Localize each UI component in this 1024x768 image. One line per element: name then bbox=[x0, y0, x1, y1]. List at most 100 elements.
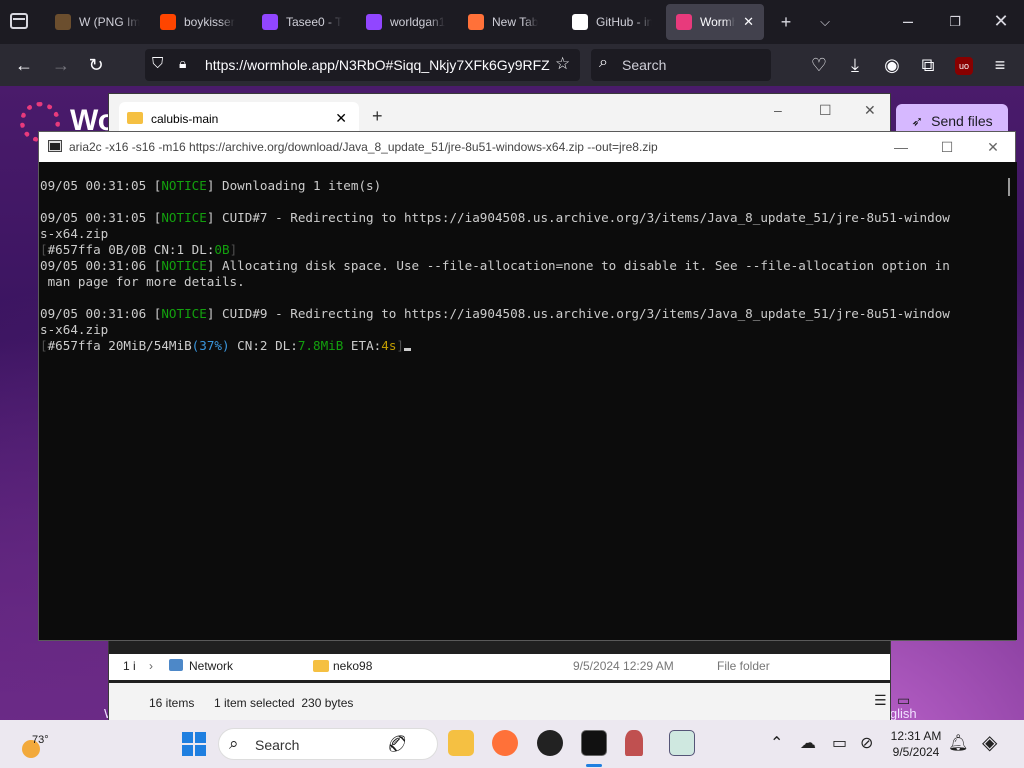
explorer-close-button[interactable]: ✕ bbox=[864, 102, 876, 119]
nav-item-network[interactable]: Network bbox=[189, 659, 233, 673]
row-date: 9/5/2024 12:29 AM bbox=[573, 659, 674, 673]
tab-favicon-icon bbox=[160, 14, 176, 30]
back-arrow-icon[interactable]: ← bbox=[13, 54, 35, 76]
row-name[interactable]: neko98 bbox=[333, 659, 372, 673]
url-bar[interactable]: ⛉ 🔒︎ https://wormhole.app/N3RbO#Siqq_Nkj… bbox=[145, 49, 580, 81]
terminal-line: 09/05 00:31:05 [NOTICE] Downloading 1 it… bbox=[40, 178, 1001, 194]
weather-widget[interactable]: 73° bbox=[20, 728, 60, 760]
downloads-icon[interactable]: ⤓ bbox=[844, 54, 866, 76]
network-status-icon[interactable]: ⊘ bbox=[860, 733, 873, 753]
app-icon[interactable] bbox=[625, 730, 643, 756]
browser-tab[interactable]: Tasee0 - Tw bbox=[252, 4, 352, 40]
details-view-icon[interactable]: ☰ bbox=[874, 692, 887, 709]
browser-tab[interactable]: GitHub - in bbox=[562, 4, 662, 40]
clock-date: 9/5/2024 bbox=[892, 745, 940, 759]
browser-tab[interactable]: New Tab bbox=[458, 4, 560, 40]
terminal-maximize-button[interactable]: ☐ bbox=[937, 137, 957, 157]
search-placeholder: Search bbox=[622, 57, 667, 73]
app-icon[interactable] bbox=[669, 730, 695, 756]
notification-bell-icon[interactable]: 🔔︎ bbox=[948, 733, 968, 753]
pocket-icon[interactable]: ♡ bbox=[808, 54, 830, 76]
terminal-text-segment: #657ffa 0B/0B CN:1 DL: bbox=[47, 242, 215, 257]
reload-icon[interactable]: ↻ bbox=[85, 54, 107, 76]
tab-overview-icon[interactable] bbox=[10, 13, 28, 29]
browser-tab-label: New Tab bbox=[492, 15, 539, 29]
search-bar[interactable]: ⌕ Search bbox=[591, 49, 771, 81]
close-tab-icon[interactable]: ✕ bbox=[743, 14, 754, 30]
browser-tab-bar: W (PNG Im boykisser Tasee0 - Tw worldgan1 Ne… bbox=[0, 0, 1024, 44]
terminal-text-segment: ] Downloading 1 item(s) bbox=[206, 178, 382, 193]
scrollbar-thumb[interactable] bbox=[1008, 178, 1010, 196]
status-item-count: 16 items bbox=[149, 696, 195, 710]
clock[interactable]: 12:31 AM 9/5/2024 bbox=[884, 728, 948, 760]
ublock-icon[interactable]: uo bbox=[953, 54, 975, 76]
search-icon: ⌕ bbox=[229, 734, 239, 753]
terminal-text-segment: NOTICE bbox=[161, 210, 207, 225]
browser-tab[interactable]: Wormh ✕ bbox=[666, 4, 764, 40]
restore-button[interactable]: ❐ bbox=[945, 12, 965, 32]
bookmark-star-icon[interactable]: ☆ bbox=[555, 54, 570, 74]
explorer-tab[interactable]: calubis-main ✕ bbox=[119, 102, 359, 134]
explorer-maximize-button[interactable]: ☐ bbox=[819, 102, 832, 119]
menu-icon[interactable]: ≡ bbox=[989, 54, 1011, 76]
extensions-icon[interactable]: ⧉ bbox=[917, 54, 939, 76]
browser-tab[interactable]: W (PNG Im bbox=[45, 4, 155, 40]
tab-favicon-icon bbox=[262, 14, 278, 30]
terminal-text-segment: 7.8MiB bbox=[297, 338, 344, 353]
explorer-minimize-button[interactable]: – bbox=[774, 102, 782, 118]
firefox-app-icon[interactable] bbox=[492, 730, 518, 756]
terminal-text-segment: #657ffa 20MiB/54MiB bbox=[47, 338, 192, 353]
terminal-text-segment: NOTICE bbox=[161, 258, 207, 273]
terminal-text-segment: [ bbox=[40, 338, 48, 353]
terminal-app-icon[interactable] bbox=[581, 730, 607, 756]
account-icon[interactable]: ◉ bbox=[881, 54, 903, 76]
taskbar: 73° ⌕ Search 🏈︎ ⌃ ☁ ▭ ⊘ 12:31 AM 9/5/202… bbox=[0, 720, 1024, 768]
cloud-icon[interactable]: ☁ bbox=[800, 733, 816, 753]
terminal-line: 09/05 00:31:06 [NOTICE] Allocating disk … bbox=[40, 258, 1001, 274]
browser-tab-label: Wormh bbox=[700, 15, 736, 29]
app-icon[interactable] bbox=[537, 730, 563, 756]
forward-arrow-icon[interactable]: → bbox=[50, 54, 72, 76]
chevron-right-icon[interactable]: › bbox=[149, 659, 153, 673]
terminal-text-segment: [ bbox=[40, 242, 48, 257]
terminal-minimize-button[interactable]: — bbox=[891, 137, 911, 157]
browser-tab-label: Tasee0 - Tw bbox=[286, 15, 342, 29]
terminal-scrollbar[interactable] bbox=[1001, 162, 1017, 640]
start-button[interactable] bbox=[182, 732, 206, 756]
list-all-tabs-icon[interactable]: ⌵ bbox=[815, 12, 835, 32]
search-icon: ⌕ bbox=[599, 54, 608, 71]
minimize-button[interactable]: – bbox=[898, 11, 918, 31]
terminal-text-segment: NOTICE bbox=[161, 178, 207, 193]
terminal-text-segment: NOTICE bbox=[161, 306, 207, 321]
close-window-button[interactable]: ✕ bbox=[991, 11, 1011, 31]
new-tab-button[interactable]: + bbox=[776, 12, 796, 32]
terminal-close-button[interactable]: ✕ bbox=[983, 137, 1003, 157]
lock-icon[interactable]: 🔒︎ bbox=[179, 55, 186, 72]
terminal-text-segment: (37%) bbox=[191, 338, 230, 353]
url-text[interactable]: https://wormhole.app/N3RbO#Siqq_Nkjy7XFk… bbox=[205, 57, 550, 73]
explorer-content-row: 1 i › Network neko98 9/5/2024 12:29 AM F… bbox=[109, 654, 890, 680]
left-stub-text: 1 i bbox=[123, 659, 136, 673]
terminal-text-segment: 09/05 00:31:05 [ bbox=[40, 178, 162, 193]
terminal-line: s-x64.zip bbox=[40, 322, 1001, 338]
chevron-up-icon[interactable]: ⌃ bbox=[770, 733, 783, 753]
terminal-text-segment: ] bbox=[396, 338, 405, 353]
terminal-window: aria2c -x16 -s16 -m16 https://archive.or… bbox=[38, 131, 1017, 641]
file-explorer-app-icon[interactable] bbox=[448, 730, 474, 756]
search-highlight-icon: 🏈︎ bbox=[387, 736, 408, 753]
tiles-view-icon[interactable]: ▭ bbox=[897, 692, 910, 709]
display-icon[interactable]: ▭ bbox=[832, 733, 847, 753]
row-type: File folder bbox=[717, 659, 770, 673]
shield-icon[interactable]: ⛉ bbox=[152, 55, 163, 72]
terminal-output[interactable]: 09/05 00:31:05 [NOTICE] Downloading 1 it… bbox=[39, 162, 1001, 640]
browser-tab[interactable]: worldgan1 bbox=[356, 4, 456, 40]
copilot-icon[interactable]: ◈ bbox=[982, 730, 997, 755]
close-tab-icon[interactable]: ✕ bbox=[335, 110, 347, 127]
taskbar-search[interactable]: ⌕ Search 🏈︎ bbox=[218, 728, 438, 760]
tab-favicon-icon bbox=[676, 14, 692, 30]
browser-tab[interactable]: boykisser bbox=[150, 4, 250, 40]
terminal-text-segment: 0B bbox=[214, 242, 230, 257]
new-tab-icon[interactable]: + bbox=[372, 106, 383, 127]
terminal-text-segment: CN:2 DL: bbox=[229, 338, 298, 353]
